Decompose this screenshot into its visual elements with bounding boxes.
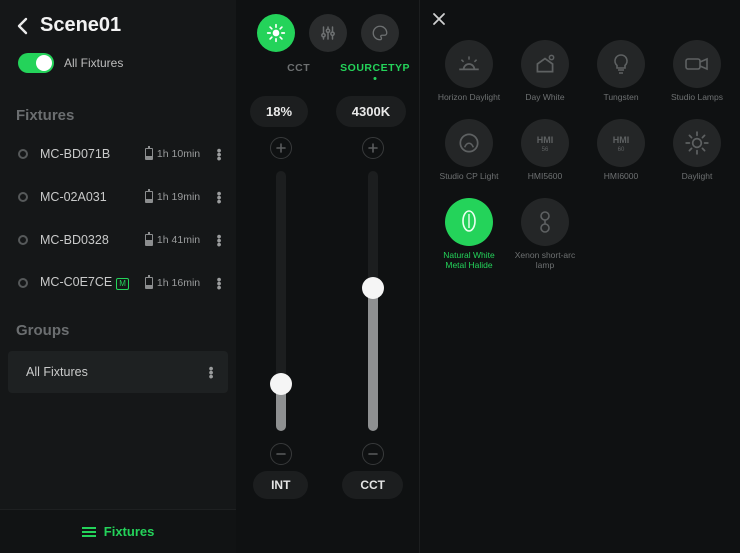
fixture-menu-button[interactable]: ••• [210, 277, 228, 289]
mode-effects[interactable] [361, 14, 399, 52]
svg-text:60: 60 [618, 147, 625, 153]
fixture-row[interactable]: MC-BD071B1h 10min ••• [0, 132, 236, 175]
controls-panel: CCT SOURCETYP 18% 4300K INT [236, 0, 420, 553]
cct-slider[interactable] [368, 171, 378, 431]
intensity-label: INT [253, 471, 308, 499]
mode-equalizer[interactable] [309, 14, 347, 52]
intensity-increase[interactable] [270, 137, 292, 159]
horizon-icon [445, 40, 493, 88]
cct-thumb[interactable] [362, 277, 384, 299]
fixture-battery: 1h 16min [145, 277, 200, 289]
preset-sunhouse[interactable]: Day White [510, 40, 580, 111]
preset-sun[interactable]: Daylight [662, 119, 732, 190]
cct-label: CCT [342, 471, 403, 499]
fixture-row[interactable]: MC-BD03281h 41min ••• [0, 218, 236, 261]
tab-sourcetype[interactable]: SOURCETYP [340, 62, 410, 74]
fixture-row[interactable]: MC-C0E7CEM1h 16min ••• [0, 261, 236, 304]
cct-readout: 4300K [336, 96, 406, 127]
fixture-name: MC-BD071B [40, 147, 145, 161]
intensity-readout: 18% [250, 96, 308, 127]
cct-increase[interactable] [362, 137, 384, 159]
cct-decrease[interactable] [362, 443, 384, 465]
preset-studio[interactable]: Studio Lamps [662, 40, 732, 111]
all-fixtures-label: All Fixtures [64, 56, 123, 70]
preset-bulb[interactable]: Tungsten [586, 40, 656, 111]
bottom-tab-fixtures[interactable]: Fixtures [0, 509, 236, 553]
intensity-decrease[interactable] [270, 443, 292, 465]
tab-cct[interactable]: CCT [287, 62, 310, 74]
preset-label: Daylight [682, 172, 713, 190]
svg-text:HMI: HMI [613, 135, 630, 145]
fixture-status-dot [18, 149, 28, 159]
all-fixtures-toggle[interactable] [18, 53, 54, 73]
palette-icon [371, 24, 389, 42]
fixture-menu-button[interactable]: ••• [210, 234, 228, 246]
preset-label: HMI6000 [604, 172, 639, 190]
bottom-tab-label: Fixtures [104, 524, 155, 539]
fixture-status-dot [18, 278, 28, 288]
preset-label: Studio Lamps [671, 93, 723, 111]
mode-brightness[interactable] [257, 14, 295, 52]
fixture-battery: 1h 10min [145, 148, 200, 160]
group-row[interactable]: All Fixtures••• [8, 351, 228, 393]
preset-label: Horizon Daylight [438, 93, 500, 111]
preset-hmi56[interactable]: HMI 56 HMI5600 [510, 119, 580, 190]
preset-cp[interactable]: Studio CP Light [434, 119, 504, 190]
scene-title: Scene01 [40, 14, 121, 37]
source-type-panel: Horizon Daylight Day White Tungsten Studio … [420, 0, 740, 553]
fixture-name: MC-02A031 [40, 190, 145, 204]
fixture-menu-button[interactable]: ••• [210, 148, 228, 160]
brightness-icon [266, 23, 286, 43]
intensity-slider[interactable] [276, 171, 286, 431]
sunhouse-icon [521, 40, 569, 88]
preset-label: Studio CP Light [440, 172, 499, 190]
fixture-row[interactable]: MC-02A0311h 19min ••• [0, 175, 236, 218]
cp-icon [445, 119, 493, 167]
sun-icon [673, 119, 721, 167]
hmi60-icon: HMI 60 [597, 119, 645, 167]
back-button[interactable] [16, 17, 28, 35]
fixtures-header: Fixtures [0, 89, 236, 132]
list-icon [82, 527, 96, 537]
fixture-status-dot [18, 192, 28, 202]
sliders-icon [319, 24, 337, 42]
fixture-battery: 1h 19min [145, 191, 200, 203]
preset-label: HMI5600 [528, 172, 563, 190]
fixtures-panel: Scene01 All Fixtures Fixtures MC-BD071B1… [0, 0, 236, 553]
groups-header: Groups [0, 304, 236, 347]
xenon-icon [521, 198, 569, 246]
group-name: All Fixtures [26, 365, 202, 379]
preset-label: Xenon short-arc lamp [512, 251, 578, 271]
fixture-battery: 1h 41min [145, 234, 200, 246]
preset-horizon[interactable]: Horizon Daylight [434, 40, 504, 111]
preset-label: Tungsten [603, 93, 638, 111]
preset-label: Day White [525, 93, 564, 111]
close-button[interactable] [432, 12, 446, 26]
halide-icon [445, 198, 493, 246]
bulb-icon [597, 40, 645, 88]
preset-hmi60[interactable]: HMI 60 HMI6000 [586, 119, 656, 190]
preset-halide[interactable]: Natural White Metal Halide [434, 198, 504, 271]
intensity-thumb[interactable] [270, 373, 292, 395]
preset-label: Natural White Metal Halide [436, 251, 502, 271]
fixture-status-dot [18, 235, 28, 245]
svg-text:56: 56 [542, 147, 549, 153]
fixture-name: MC-C0E7CEM [40, 275, 145, 290]
preset-xenon[interactable]: Xenon short-arc lamp [510, 198, 580, 271]
studio-icon [673, 40, 721, 88]
fixture-menu-button[interactable]: ••• [210, 191, 228, 203]
hmi56-icon: HMI 56 [521, 119, 569, 167]
fixture-name: MC-BD0328 [40, 233, 145, 247]
svg-text:HMI: HMI [537, 135, 554, 145]
group-menu-button[interactable]: ••• [202, 366, 220, 378]
